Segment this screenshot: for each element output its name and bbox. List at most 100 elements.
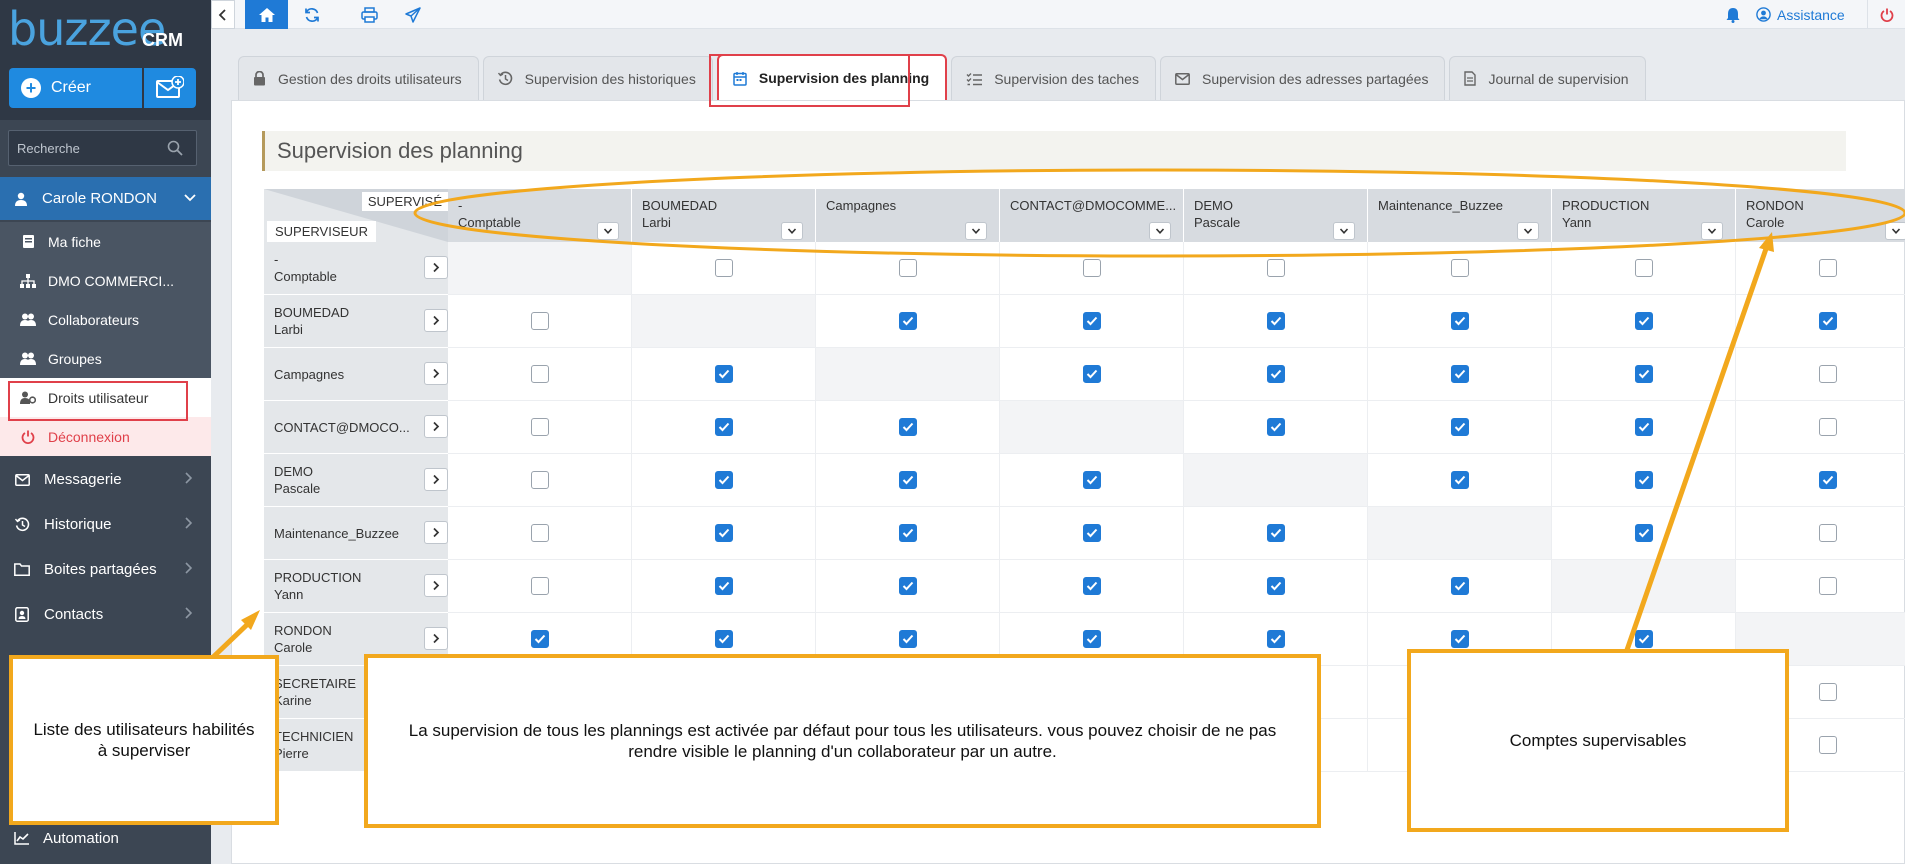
row-toggle-button[interactable]	[424, 574, 448, 597]
permission-checkbox[interactable]	[1082, 524, 1101, 542]
permission-checkbox[interactable]	[1082, 630, 1101, 648]
column-toggle-button[interactable]	[965, 222, 987, 240]
row-toggle-button[interactable]	[424, 468, 448, 491]
sidebar-search[interactable]	[8, 130, 197, 166]
permission-checkbox[interactable]	[530, 524, 549, 542]
permission-checkbox[interactable]	[1082, 259, 1101, 277]
permission-checkbox[interactable]	[1818, 312, 1837, 330]
submenu-ma-fiche[interactable]: Ma fiche	[0, 222, 211, 261]
permission-checkbox[interactable]	[1634, 259, 1653, 277]
column-toggle-button[interactable]	[1333, 222, 1355, 240]
permission-checkbox[interactable]	[530, 365, 549, 383]
user-menu-toggle[interactable]: Carole RONDON	[0, 177, 211, 220]
row-toggle-button[interactable]	[424, 521, 448, 544]
permission-checkbox[interactable]	[1450, 365, 1469, 383]
row-toggle-button[interactable]	[424, 415, 448, 438]
menu-messagerie[interactable]: Messagerie	[0, 457, 211, 502]
permission-checkbox[interactable]	[530, 312, 549, 330]
permission-checkbox[interactable]	[1634, 524, 1653, 542]
row-toggle-button[interactable]	[424, 627, 448, 650]
assistance-link[interactable]: Assistance	[1756, 0, 1845, 29]
permission-checkbox[interactable]	[1266, 524, 1285, 542]
permission-checkbox[interactable]	[714, 259, 733, 277]
column-toggle-button[interactable]	[781, 222, 803, 240]
permission-checkbox[interactable]	[1818, 683, 1837, 701]
permission-checkbox[interactable]	[714, 577, 733, 595]
permission-checkbox[interactable]	[898, 524, 917, 542]
column-toggle-button[interactable]	[1701, 222, 1723, 240]
permission-checkbox[interactable]	[1082, 577, 1101, 595]
refresh-button[interactable]	[290, 0, 333, 29]
print-button[interactable]	[348, 0, 391, 29]
permission-checkbox[interactable]	[898, 259, 917, 277]
permission-checkbox[interactable]	[1818, 365, 1837, 383]
row-toggle-button[interactable]	[424, 362, 448, 385]
permission-checkbox[interactable]	[898, 312, 917, 330]
home-button[interactable]	[245, 0, 288, 29]
permission-checkbox[interactable]	[1266, 418, 1285, 436]
permission-checkbox[interactable]	[1082, 312, 1101, 330]
permission-checkbox[interactable]	[1266, 259, 1285, 277]
permission-checkbox[interactable]	[1818, 577, 1837, 595]
permission-checkbox[interactable]	[1266, 577, 1285, 595]
permission-checkbox[interactable]	[1634, 471, 1653, 489]
permission-checkbox[interactable]	[1082, 471, 1101, 489]
permission-checkbox[interactable]	[898, 418, 917, 436]
permission-checkbox[interactable]	[1450, 471, 1469, 489]
permission-checkbox[interactable]	[898, 577, 917, 595]
permission-checkbox[interactable]	[1818, 471, 1837, 489]
column-toggle-button[interactable]	[1885, 222, 1905, 240]
row-toggle-button[interactable]	[424, 256, 448, 279]
permission-checkbox[interactable]	[1818, 418, 1837, 436]
submenu-groupes[interactable]: Groupes	[0, 339, 211, 378]
row-toggle-button[interactable]	[424, 309, 448, 332]
permission-checkbox[interactable]	[530, 418, 549, 436]
column-toggle-button[interactable]	[597, 222, 619, 240]
create-button[interactable]: + Créer	[9, 68, 142, 108]
permission-checkbox[interactable]	[1634, 630, 1653, 648]
permission-checkbox[interactable]	[714, 365, 733, 383]
permission-checkbox[interactable]	[1266, 365, 1285, 383]
permission-checkbox[interactable]	[1634, 418, 1653, 436]
permission-checkbox[interactable]	[1818, 259, 1837, 277]
tab-supervision-adresses[interactable]: Supervision des adresses partagées	[1159, 56, 1446, 100]
permission-checkbox[interactable]	[714, 418, 733, 436]
menu-boites-partagees[interactable]: Boites partagées	[0, 547, 211, 592]
permission-checkbox[interactable]	[1082, 365, 1101, 383]
submenu-collaborateurs[interactable]: Collaborateurs	[0, 300, 211, 339]
permission-checkbox[interactable]	[530, 630, 549, 648]
permission-checkbox[interactable]	[1818, 736, 1837, 754]
new-mail-button[interactable]	[144, 68, 196, 108]
permission-checkbox[interactable]	[1450, 312, 1469, 330]
permission-checkbox[interactable]	[1450, 630, 1469, 648]
permission-checkbox[interactable]	[1450, 259, 1469, 277]
permission-checkbox[interactable]	[898, 630, 917, 648]
tab-journal-supervision[interactable]: Journal de supervision	[1449, 56, 1646, 100]
power-button[interactable]	[1867, 0, 1905, 29]
permission-checkbox[interactable]	[1634, 365, 1653, 383]
column-toggle-button[interactable]	[1517, 222, 1539, 240]
permission-checkbox[interactable]	[714, 630, 733, 648]
permission-checkbox[interactable]	[898, 471, 917, 489]
permission-checkbox[interactable]	[714, 471, 733, 489]
tab-supervision-taches[interactable]: Supervision des taches	[951, 56, 1156, 100]
permission-checkbox[interactable]	[530, 577, 549, 595]
tab-supervision-historiques[interactable]: Supervision des historiques	[482, 56, 713, 100]
notifications-button[interactable]	[1718, 0, 1748, 29]
submenu-company[interactable]: DMO COMMERCI...	[0, 261, 211, 300]
permission-checkbox[interactable]	[530, 471, 549, 489]
permission-checkbox[interactable]	[1266, 312, 1285, 330]
menu-contacts[interactable]: Contacts	[0, 592, 211, 637]
menu-historique[interactable]: Historique	[0, 502, 211, 547]
permission-checkbox[interactable]	[1266, 630, 1285, 648]
column-toggle-button[interactable]	[1149, 222, 1171, 240]
collapse-sidebar-button[interactable]	[211, 0, 235, 29]
search-input[interactable]	[17, 140, 167, 156]
permission-checkbox[interactable]	[1450, 577, 1469, 595]
permission-checkbox[interactable]	[1450, 418, 1469, 436]
permission-checkbox[interactable]	[714, 524, 733, 542]
send-button[interactable]	[391, 0, 434, 29]
tab-gestion-droits[interactable]: Gestion des droits utilisateurs	[238, 56, 479, 100]
search-icon[interactable]	[167, 140, 183, 156]
permission-checkbox[interactable]	[1818, 524, 1837, 542]
